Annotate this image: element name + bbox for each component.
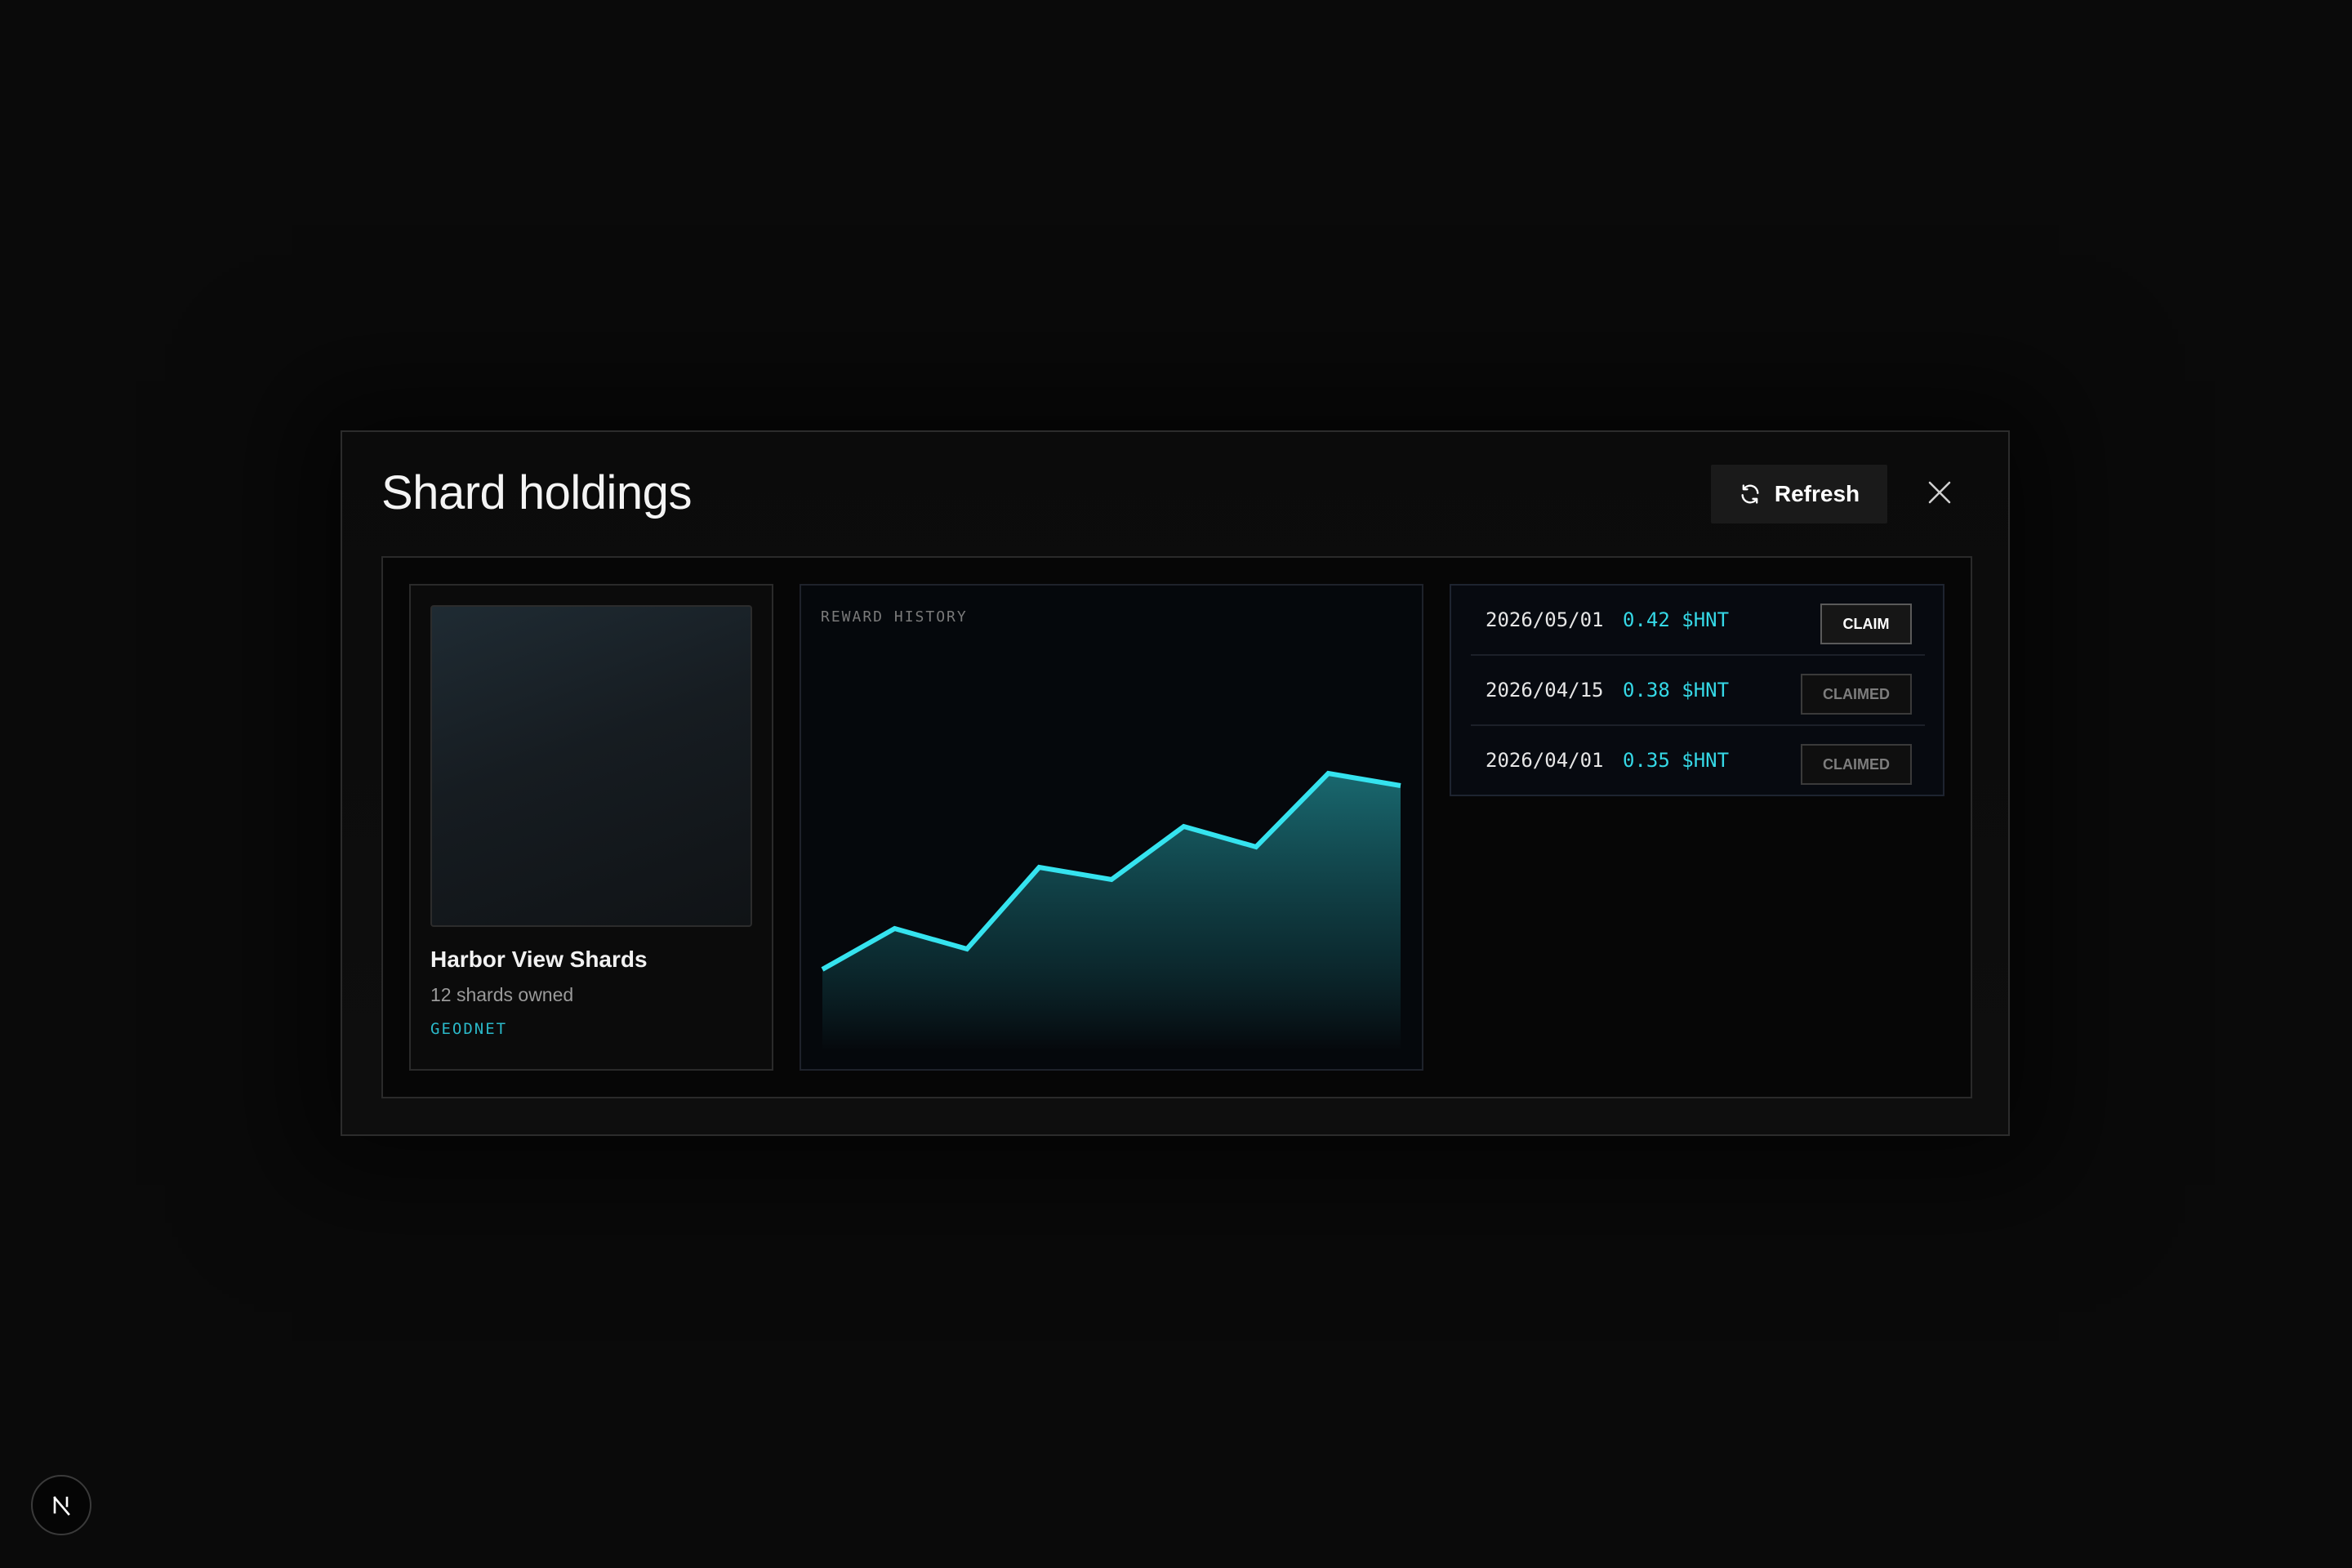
chart-canvas	[821, 770, 1401, 1051]
claim-date: 2026/04/15	[1486, 679, 1604, 702]
close-icon	[1927, 479, 1953, 510]
claim-date: 2026/04/01	[1486, 749, 1604, 772]
holding-name: Harbor View Shards	[430, 947, 648, 972]
claim-amount: 0.35 $HNT	[1623, 749, 1730, 772]
network-tag: GEODNET	[430, 1020, 508, 1038]
claimed-button[interactable]: CLAIMED	[1801, 674, 1912, 715]
claim-row: 2026/04/15 0.38 $HNT CLAIMED	[1471, 656, 1925, 726]
shards-owned: 12 shards owned	[430, 984, 574, 1005]
claim-amount: 0.42 $HNT	[1623, 608, 1730, 631]
claim-amount: 0.38 $HNT	[1623, 679, 1730, 702]
refresh-button[interactable]: Refresh	[1711, 465, 1887, 523]
refresh-label: Refresh	[1774, 481, 1860, 506]
claim-row: 2026/04/01 0.35 $HNT CLAIMED	[1471, 726, 1925, 796]
claim-button[interactable]: CLAIM	[1820, 604, 1912, 644]
reward-claims-list: 2026/05/01 0.42 $HNT CLAIM 2026/04/15 0.…	[1450, 584, 1944, 796]
holding-image	[430, 605, 752, 927]
modal-title: Shard holdings	[381, 466, 692, 519]
claimed-button[interactable]: CLAIMED	[1801, 744, 1912, 785]
refresh-icon	[1739, 483, 1762, 506]
chart-area-fill	[822, 773, 1401, 1051]
holding-card[interactable]: Harbor View Shards 12 shards owned GEODN…	[409, 584, 773, 1071]
holdings-content: Harbor View Shards 12 shards owned GEODN…	[381, 556, 1972, 1098]
page: Shard holdings Refresh Harbor View Shard…	[0, 0, 2352, 1568]
reward-history-chart: REWARD HISTORY	[800, 584, 1423, 1071]
next-logo-icon[interactable]	[31, 1475, 91, 1535]
close-button[interactable]	[1918, 473, 1961, 515]
shard-holdings-modal: Shard holdings Refresh Harbor View Shard…	[341, 430, 2010, 1136]
claim-date: 2026/05/01	[1486, 608, 1604, 631]
claim-row: 2026/05/01 0.42 $HNT CLAIM	[1471, 586, 1925, 656]
